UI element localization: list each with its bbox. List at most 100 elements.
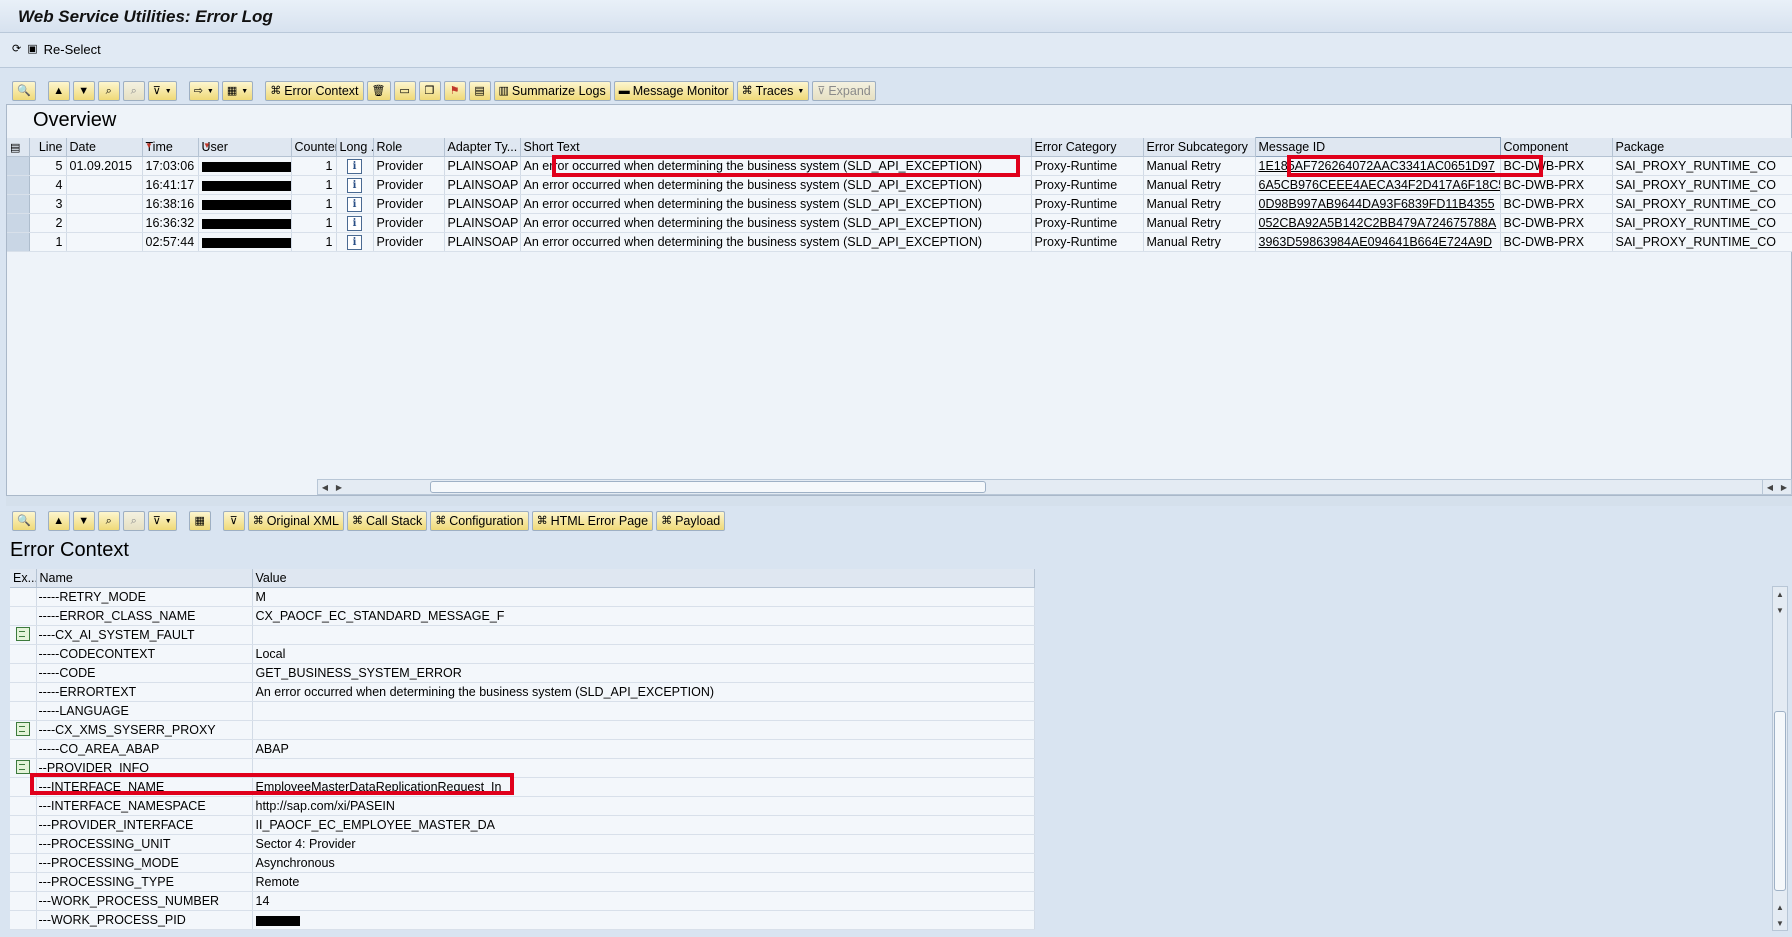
row-selector[interactable] [7,194,30,214]
cell-long[interactable]: i [336,213,374,233]
row-selector[interactable] [7,156,30,176]
column-header-long[interactable]: Long ... [336,137,374,157]
info-icon[interactable]: i [347,178,362,193]
refresh-icon[interactable]: ⟳ [12,44,21,55]
table-row[interactable]: 3 16:38:16 1 i Provider PLAINSOAP An error occ… [7,194,1792,214]
table-row[interactable]: 2 16:36:32 1 i Provider PLAINSOAP An error occ… [7,213,1792,233]
table-row[interactable]: -----CO_AREA_ABAP ABAP [10,739,1035,759]
scroll-left-icon[interactable]: ◀ [1763,480,1777,494]
message-id-link[interactable]: 6A5CB976CEEE4AECA34F2D417A6F18C5 [1259,178,1500,192]
row-selector[interactable] [7,175,30,195]
message-id-link[interactable]: 0D98B997AB9644DA93F6839FD11B4355 [1259,197,1495,211]
overview-horizontal-scrollbar[interactable]: ◀ ▶ [317,479,1772,495]
table-row[interactable]: ---WORK_PROCESS_NUMBER 14 [10,891,1035,911]
overview-right-scrollbar[interactable]: ◀ ▶ [1762,479,1792,495]
message-id-link[interactable]: 052CBA92A5B142C2BB479A724675788A [1259,216,1497,230]
node-icon[interactable] [15,759,30,774]
column-header-line[interactable]: Line [29,137,67,157]
table-row[interactable]: -----CODECONTEXT Local [10,644,1035,664]
table-row[interactable]: ----CX_XMS_SYSERR_PROXY [10,720,1035,740]
layout-button[interactable]: ▦ ▼ [221,81,254,101]
cell-message-id[interactable]: 0D98B997AB9644DA93F6839FD11B4355 [1255,194,1501,214]
sort-descending-button[interactable]: ▼ [72,81,95,101]
column-header-error-subcategory[interactable]: Error Subcategory [1143,137,1256,157]
table-row[interactable]: ---PROCESSING_MODE Asynchronous [10,853,1035,873]
column-header-error-category[interactable]: Error Category [1031,137,1144,157]
display-button[interactable]: ▭ [393,81,416,101]
cell-long[interactable]: i [336,232,374,252]
message-id-link[interactable]: 3963D59863984AE094641B664E724A9D [1259,235,1493,249]
column-header-adapter[interactable]: Adapter Ty... [444,137,521,157]
column-header-role[interactable]: Role [373,137,445,157]
table-row[interactable]: -----CODE GET_BUSINESS_SYSTEM_ERROR [10,663,1035,683]
cell-long[interactable]: i [336,175,374,195]
table-row[interactable]: --PROVIDER_INFO [10,758,1035,778]
scrollbar-thumb[interactable] [1774,711,1786,891]
info-icon[interactable]: i [347,235,362,250]
column-header-message-id[interactable]: Message ID [1254,137,1501,157]
sort-ascending-button[interactable]: ▲ [47,81,70,101]
export-button[interactable]: ⇨ ▼ [188,81,219,101]
expand-cell[interactable] [10,625,37,645]
scroll-right-icon[interactable]: ▶ [1777,480,1791,494]
scroll-up-icon[interactable]: ▲ [1773,900,1787,914]
table-row[interactable]: 1 02:57:44 1 i Provider PLAINSOAP An error occ… [7,232,1792,252]
table-row[interactable]: ---PROCESSING_UNIT Sector 4: Provider [10,834,1035,854]
table-row[interactable]: ----CX_AI_SYSTEM_FAULT [10,625,1035,645]
column-header-value[interactable]: Value [252,569,1035,588]
scroll-right-icon[interactable]: ▶ [332,480,346,494]
column-header-component[interactable]: Component [1500,137,1613,157]
expand-button[interactable]: ⊽ Expand [812,81,876,101]
reselect-button[interactable]: ⟳ ▣ Re-Select [12,42,101,57]
delete-button[interactable]: 🗑 [366,81,391,101]
column-header-expand[interactable]: Ex... [10,569,37,588]
table-row[interactable]: ---PROVIDER_INTERFACE II_PAOCF_EC_EMPLOYE… [10,815,1035,835]
info-icon[interactable]: i [347,197,362,212]
info-icon[interactable]: i [347,216,362,231]
filter-button[interactable]: ⊽ ▼ [147,81,177,101]
find-button[interactable]: ⌕ [97,81,120,101]
row-selector[interactable] [7,213,30,233]
scroll-left-icon[interactable]: ◀ [318,480,332,494]
expand-cell[interactable] [10,758,37,778]
column-header-counter[interactable]: Counter [291,137,337,157]
scroll-up-icon[interactable]: ▲ [1773,587,1787,601]
node-icon[interactable] [15,721,30,736]
error-context-vertical-scrollbar[interactable]: ▲ ▼ ▲ ▼ [1772,586,1788,931]
error-context-button[interactable]: ⌘ Error Context [265,81,364,101]
table-row[interactable]: 4 16:41:17 1 i Provider PLAINSOAP An error occ… [7,175,1792,195]
message-monitor-button[interactable]: ▬ Message Monitor [613,81,734,101]
column-header-short-text[interactable]: Short Text [520,137,1032,157]
find-next-button[interactable]: ⌕ [122,81,145,101]
cell-message-id[interactable]: 3963D59863984AE094641B664E724A9D [1255,232,1501,252]
row-selector[interactable] [7,232,30,252]
scroll-down-icon[interactable]: ▼ [1773,603,1787,617]
table-row[interactable]: -----ERRORTEXT An error occurred when det… [10,682,1035,702]
table-row[interactable]: 5 01.09.2015 17:03:06 1 i Provider PLAINSOAP An… [7,156,1792,176]
column-header-name[interactable]: Name [36,569,253,588]
panel-splitter[interactable] [6,496,1792,506]
details-button[interactable]: 🔍 [12,81,36,101]
cell-message-id[interactable]: 1E185AF726264072AAC3341AC0651D97 [1255,156,1501,176]
cell-message-id[interactable]: 052CBA92A5B142C2BB479A724675788A [1255,213,1501,233]
copy-button[interactable]: ❐ [418,81,441,101]
scrollbar-thumb[interactable] [430,481,986,493]
flag-button[interactable]: ⚑ [443,81,466,101]
table-row[interactable]: -----RETRY_MODE M [10,587,1035,607]
xml-button[interactable]: ▤ [468,81,491,101]
table-row[interactable]: ---INTERFACE_NAMESPACE http://sap.com/xi/… [10,796,1035,816]
table-row[interactable]: -----LANGUAGE [10,701,1035,721]
cell-long[interactable]: i [336,156,374,176]
traces-button[interactable]: ⌘ Traces ▼ [736,81,810,101]
table-row[interactable]: -----ERROR_CLASS_NAME CX_PAOCF_EC_STANDAR… [10,606,1035,626]
cell-message-id[interactable]: 6A5CB976CEEE4AECA34F2D417A6F18C5 [1255,175,1501,195]
info-icon[interactable]: i [347,159,362,174]
message-id-link[interactable]: 1E185AF726264072AAC3341AC0651D97 [1259,159,1495,173]
scroll-down-icon[interactable]: ▼ [1773,916,1787,930]
column-header-user[interactable]: User [198,137,292,157]
select-all-cell[interactable]: ▤ [7,137,30,157]
column-header-date[interactable]: Date [66,137,143,157]
table-row[interactable]: ---WORK_PROCESS_PID [10,910,1035,930]
node-icon[interactable] [15,626,30,641]
cell-long[interactable]: i [336,194,374,214]
